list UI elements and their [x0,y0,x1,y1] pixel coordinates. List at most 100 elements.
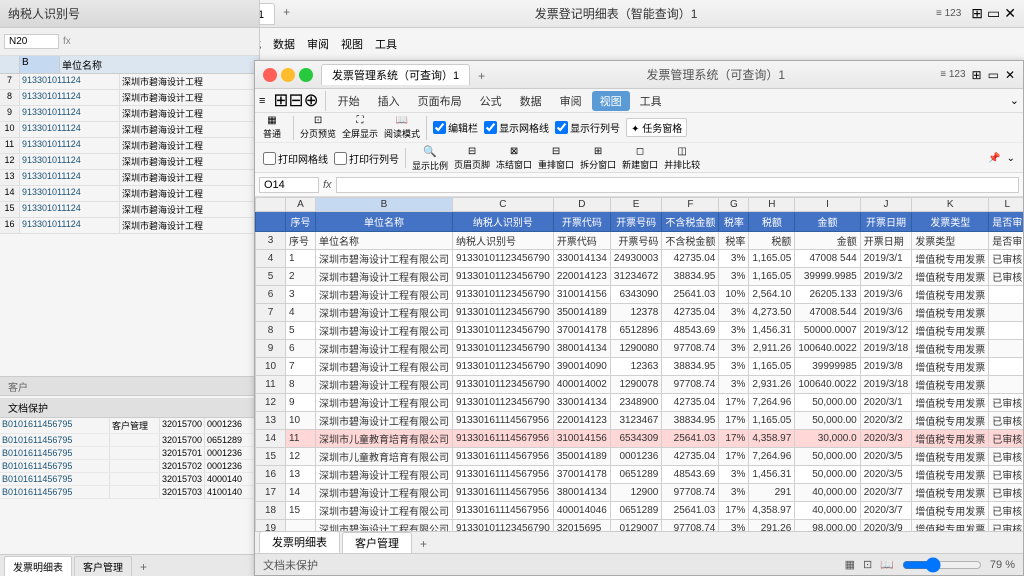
view-mode-icon-normal[interactable]: ▦ [845,558,855,571]
col-header-c: 单位名称 [60,56,259,73]
table-row[interactable]: 74深圳市碧海设计工程有限公司9133010112345679035001418… [256,304,1024,322]
bg-window-number: ≡ 123 [936,8,961,19]
table-cell: 增值税专用发票 [912,466,989,484]
table-header-cell: 不含税金额 [662,212,719,232]
bottom-cell-2: 32015700 [160,418,205,433]
cell-ref-input[interactable] [259,177,319,193]
sheet-tab-customer[interactable]: 客户管理 [342,532,412,553]
table-row[interactable]: 107深圳市碧海设计工程有限公司913301011234567903900140… [256,358,1024,376]
checkbox-print-row-col-input[interactable] [334,152,347,165]
table-cell: 1290080 [610,340,662,358]
view-page-btn[interactable]: ⊡ 分页预览 [300,115,336,140]
table-cell: 纳税人识别号 [453,232,554,250]
table-cell: 38834.95 [662,412,719,430]
maximize-button[interactable] [299,68,313,82]
table-cell: 3% [719,358,749,376]
menu-insert[interactable]: 插入 [370,91,408,111]
table-cell: 开票日期 [860,232,912,250]
checkbox-formula-bar-input[interactable] [433,121,446,134]
menu-view[interactable]: 视图 [592,91,630,111]
view-fullscreen-btn[interactable]: ⛶ 全屏显示 [342,115,378,140]
table-row[interactable]: 1411深圳市儿童教育培育有限公司91330161114567956310014… [256,430,1024,448]
tab-customer-mgmt[interactable]: 客户管理 [74,556,132,576]
tab-add-left[interactable]: + [134,558,153,576]
checkbox-gridlines[interactable]: 显示网格线 [484,120,549,135]
table-row[interactable]: 52深圳市碧海设计工程有限公司9133010112345679022001412… [256,268,1024,286]
table-row[interactable]: 3序号单位名称纳税人识别号开票代码开票号码不含税金额税率税额金额开票日期发票类型… [256,232,1024,250]
side-by-side-btn[interactable]: ◫ 并排比较 [664,146,700,171]
new-window-btn[interactable]: ◻ 新建窗口 [622,146,658,171]
tab-invoice-detail[interactable]: 发票明细表 [4,556,72,576]
bg-menu-data[interactable]: 数据 [269,34,299,54]
task-area-btn[interactable]: ✦ 任务窗格 [626,118,687,137]
col-l: L [989,198,1023,212]
toolbar-pin-icon[interactable]: 📌 [988,153,1000,164]
spreadsheet-table: A B C D E F G H I J K L 序号单位名称纳税人识别号开票代码… [255,197,1023,536]
table-row[interactable]: 1714深圳市碧海设计工程有限公司91330161114567956380014… [256,484,1024,502]
zoom-slider[interactable] [902,557,982,573]
bg-menu-view[interactable]: 视图 [337,34,367,54]
close-button[interactable] [263,68,277,82]
main-title: 发票管理系统（可查询）1 [491,66,940,83]
main-tab-1[interactable]: 发票管理系统（可查询）1 [321,64,470,85]
table-cell: 增值税专用发票 [912,484,989,502]
split-btn[interactable]: ⊞ 拆分窗口 [580,146,616,171]
menu-start[interactable]: 开始 [330,91,368,111]
minimize-button[interactable] [281,68,295,82]
tab-row: 发票管理系统（可查询）1 + [321,64,491,85]
table-cell: 30,000.0 [795,430,860,448]
header-footer-btn[interactable]: ⊟ 页眉页脚 [454,146,490,171]
view-mode-icon-page[interactable]: ⊡ [863,558,872,571]
header-row: 序号单位名称纳税人识别号开票代码开票号码不含税金额税率税额金额开票日期发票类型是… [256,212,1024,232]
freeze-btn[interactable]: ⊠ 冻结窗口 [496,146,532,171]
bg-menu-review[interactable]: 审阅 [303,34,333,54]
checkbox-print-grid-input[interactable] [263,152,276,165]
checkbox-gridlines-input[interactable] [484,121,497,134]
zoom-btn[interactable]: 🔍 显示比例 [412,145,448,172]
menu-layout[interactable]: 页面布局 [410,91,470,111]
view-normal-btn[interactable]: ▦ 普通 [263,115,281,140]
menu-review[interactable]: 审阅 [552,91,590,111]
checkbox-print-grid[interactable]: 打印网格线 [263,151,328,166]
sheet-tab-invoice[interactable]: 发票明细表 [259,531,340,553]
bg-menu-tools[interactable]: 工具 [371,34,401,54]
view-read-btn[interactable]: 📖 阅读模式 [384,115,420,140]
table-cell: 18 [256,502,286,520]
arrange-btn[interactable]: ⊟ 重排窗口 [538,146,574,171]
table-row[interactable]: 129深圳市碧海设计工程有限公司913301011234567903300141… [256,394,1024,412]
menu-formula[interactable]: 公式 [472,91,510,111]
table-cell: 8 [256,322,286,340]
table-cell: 开票号码 [610,232,662,250]
table-row[interactable]: 41深圳市碧海设计工程有限公司9133010112345679033001413… [256,250,1024,268]
table-row[interactable]: 1512深圳市儿童教育培育有限公司91330161114567956350014… [256,448,1024,466]
formula-bar: fx [255,173,1023,197]
bg-icon-2: ▭ [987,5,1000,22]
table-cell: 深圳市碧海设计工程有限公司 [316,322,453,340]
table-row[interactable]: 1310深圳市碧海设计工程有限公司91330161114567956220014… [256,412,1024,430]
main-tab-add[interactable]: + [472,67,491,85]
checkbox-row-col[interactable]: 显示行列号 [555,120,620,135]
table-header-cell: 开票号码 [610,212,662,232]
left-row: 16 913301011124 深圳市碧海设计工程 [0,218,259,234]
table-row[interactable]: 1613深圳市碧海设计工程有限公司91330161114567956370014… [256,466,1024,484]
bottom-section: 文档保护 B0101611456795 客户管理 32015700 000123… [0,398,259,576]
checkbox-print-row-col[interactable]: 打印行列号 [334,151,399,166]
table-cell [989,358,1023,376]
table-cell: 0001236 [610,448,662,466]
menu-tools[interactable]: 工具 [632,91,670,111]
table-row[interactable]: 63深圳市碧海设计工程有限公司9133010112345679031001415… [256,286,1024,304]
table-row[interactable]: 85深圳市碧海设计工程有限公司9133010112345679037001417… [256,322,1024,340]
table-row[interactable]: 1815深圳市碧海设计工程有限公司91330161114567956400014… [256,502,1024,520]
table-row[interactable]: 96深圳市碧海设计工程有限公司9133010112345679038001413… [256,340,1024,358]
formula-input[interactable] [336,177,1019,193]
menu-data[interactable]: 数据 [512,91,550,111]
table-cell [989,376,1023,394]
left-row-num: 12 [0,154,20,169]
bg-tab-add[interactable]: + [277,3,296,25]
checkbox-formula-bar[interactable]: 编辑栏 [433,120,478,135]
checkbox-row-col-input[interactable] [555,121,568,134]
table-row[interactable]: 118深圳市碧海设计工程有限公司913301011234567904000140… [256,376,1024,394]
view-mode-icon-read[interactable]: 📖 [880,558,894,571]
sheet-tab-add[interactable]: + [414,535,433,553]
toolbar-collapse-icon[interactable]: ⌄ [1007,153,1015,164]
